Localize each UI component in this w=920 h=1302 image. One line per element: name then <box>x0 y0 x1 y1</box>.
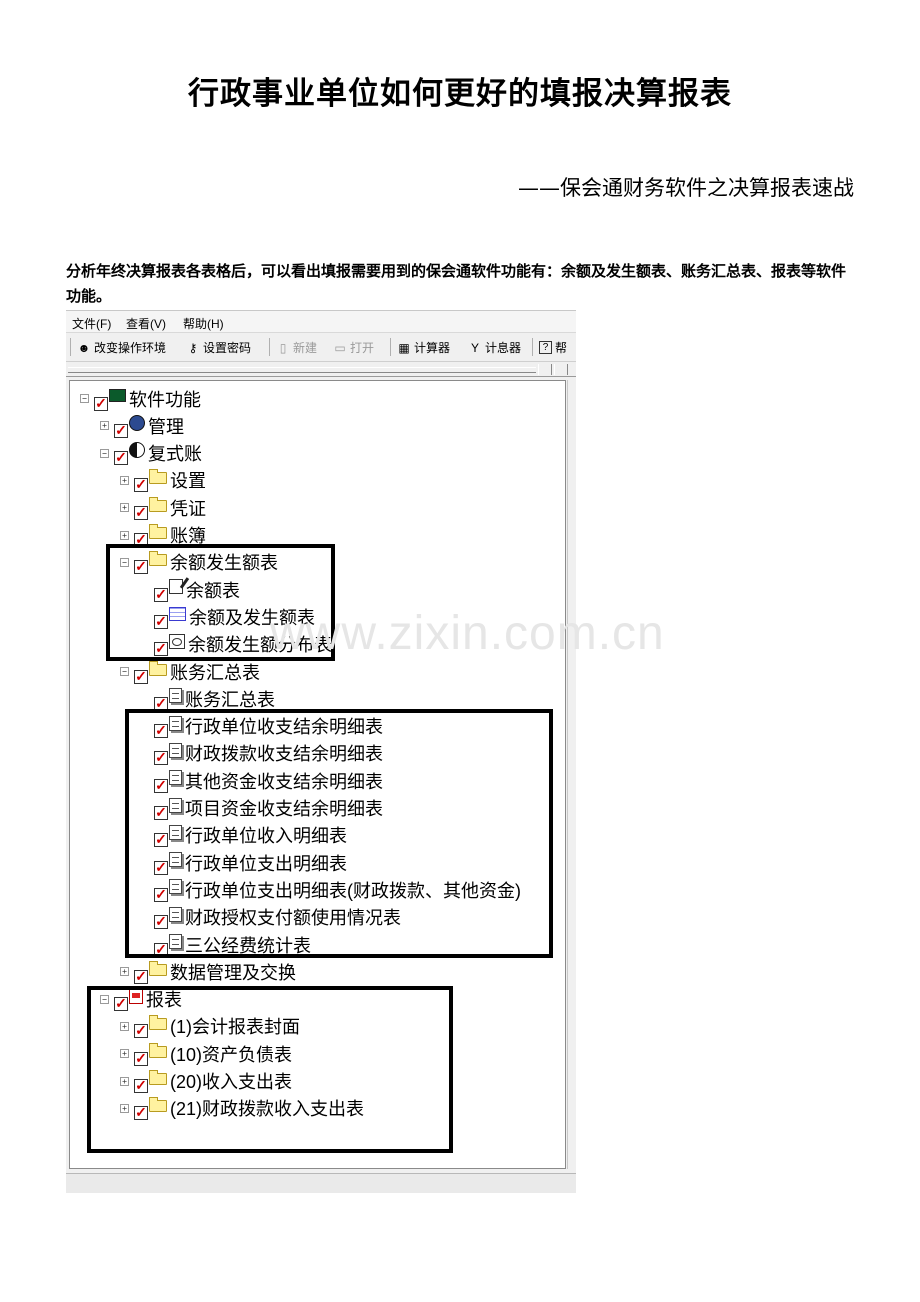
checkbox-checked-icon[interactable]: ✓ <box>134 477 148 493</box>
change-env-button[interactable]: ☻ 改变操作环境 <box>77 339 166 356</box>
tree-node-label: 管理 <box>148 416 184 437</box>
tree-node-label: 设置 <box>170 471 206 492</box>
calculator-button[interactable]: ▦ 计算器 <box>397 339 450 356</box>
gear-icon <box>129 414 145 431</box>
interest-counter-button[interactable]: Y 计息器 <box>468 339 521 356</box>
tree-node-label: 复式账 <box>148 444 202 465</box>
folder-icon <box>149 524 167 539</box>
toolbar-separator <box>269 338 270 356</box>
tree-node[interactable]: + ✓ 管理 <box>100 412 184 439</box>
tree-node-label: 账务汇总表 <box>170 662 260 683</box>
help-icon: ? <box>539 341 552 354</box>
counter-label: 计息器 <box>485 341 522 355</box>
intro-paragraph: 分析年终决算报表各表格后，可以看出填报需要用到的保会通软件功能有：余额及发生额表… <box>66 262 847 305</box>
toolbar-grip <box>70 338 71 356</box>
tree-node[interactable]: − ✓ 复式账 <box>100 440 202 467</box>
menu-file[interactable]: 文件(F) <box>72 315 111 332</box>
highlight-box-balance-tables <box>106 544 335 661</box>
new-file-icon: ▯ <box>279 340 287 355</box>
tree-node[interactable]: − ✓ 软件功能 <box>80 385 201 412</box>
toolbar-separator <box>390 338 391 356</box>
help-label: 帮 <box>555 341 568 355</box>
yinyang-icon <box>129 442 145 459</box>
tree-node-label: 账务汇总表 <box>185 689 275 710</box>
tree-node[interactable]: + ✓ 设置 <box>120 467 206 494</box>
expand-toggle-icon[interactable]: + <box>120 530 129 540</box>
document-title: 行政事业单位如何更好的填报决算报表 <box>188 76 732 112</box>
monitor-icon <box>109 389 126 402</box>
open-label: 打开 <box>350 341 375 355</box>
new-button[interactable]: ▯ 新建 <box>276 339 317 356</box>
tree-node-label: 数据管理及交换 <box>170 962 296 983</box>
checkbox-checked-icon[interactable]: ✓ <box>134 505 148 520</box>
tree-node[interactable]: − ✓ 账务汇总表 <box>120 658 260 685</box>
tree-node-label: 软件功能 <box>129 389 201 410</box>
toolbar: ☻ 改变操作环境 ⚷ 设置密码 ▯ 新建 ▭ 打开 ▦ 计算器 Y 计息器 ? … <box>66 333 576 362</box>
document-icon <box>169 688 182 704</box>
folder-icon <box>149 960 167 976</box>
vertical-scrollbar[interactable] <box>567 380 576 1169</box>
folder-open-icon <box>149 660 167 676</box>
set-password-button[interactable]: ⚷ 设置密码 <box>186 339 251 356</box>
highlight-box-summary-tables <box>125 709 553 958</box>
open-folder-icon: ▭ <box>334 340 346 355</box>
checkbox-checked-icon[interactable]: ✓ <box>134 969 148 984</box>
new-label: 新建 <box>293 341 318 355</box>
expand-toggle-icon[interactable]: + <box>120 475 129 485</box>
menu-view[interactable]: 查看(V) <box>126 315 166 332</box>
change-env-label: 改变操作环境 <box>94 341 167 355</box>
checkbox-checked-icon[interactable]: ✓ <box>94 396 108 411</box>
calculator-icon: ▦ <box>398 340 410 355</box>
folder-icon <box>149 496 167 512</box>
help-button[interactable]: ? 帮 <box>539 339 567 356</box>
collapse-toggle-icon[interactable]: − <box>100 448 109 458</box>
panel-splitter[interactable] <box>66 364 576 377</box>
set-password-label: 设置密码 <box>203 341 252 355</box>
highlight-box-reports <box>87 986 453 1153</box>
folder-icon <box>149 469 167 485</box>
counter-icon: Y <box>470 340 479 355</box>
calculator-label: 计算器 <box>414 341 451 355</box>
tree-node[interactable]: + ✓ 凭证 <box>120 494 206 521</box>
user-env-icon: ☻ <box>77 340 91 355</box>
checkbox-checked-icon[interactable]: ✓ <box>134 669 148 684</box>
expand-toggle-icon[interactable]: + <box>120 503 129 513</box>
key-icon: ⚷ <box>188 340 198 355</box>
tree-node-label: 凭证 <box>170 498 206 519</box>
document-subtitle: ——保会通财务软件之决算报表速战 <box>518 176 854 200</box>
expand-toggle-icon[interactable]: + <box>120 967 129 977</box>
collapse-toggle-icon[interactable]: − <box>80 394 89 403</box>
menu-bar: 文件(F) 查看(V) 帮助(H) <box>66 311 576 333</box>
toolbar-separator <box>532 338 533 356</box>
menu-help[interactable]: 帮助(H) <box>183 315 224 332</box>
open-button[interactable]: ▭ 打开 <box>333 339 374 356</box>
checkbox-checked-icon[interactable]: ✓ <box>114 450 128 466</box>
collapse-toggle-icon[interactable]: − <box>120 667 129 676</box>
status-bar <box>66 1173 576 1193</box>
tree-node[interactable]: + ✓ 数据管理及交换 <box>120 958 296 985</box>
checkbox-checked-icon[interactable]: ✓ <box>114 423 128 438</box>
expand-toggle-icon[interactable]: + <box>100 421 109 431</box>
